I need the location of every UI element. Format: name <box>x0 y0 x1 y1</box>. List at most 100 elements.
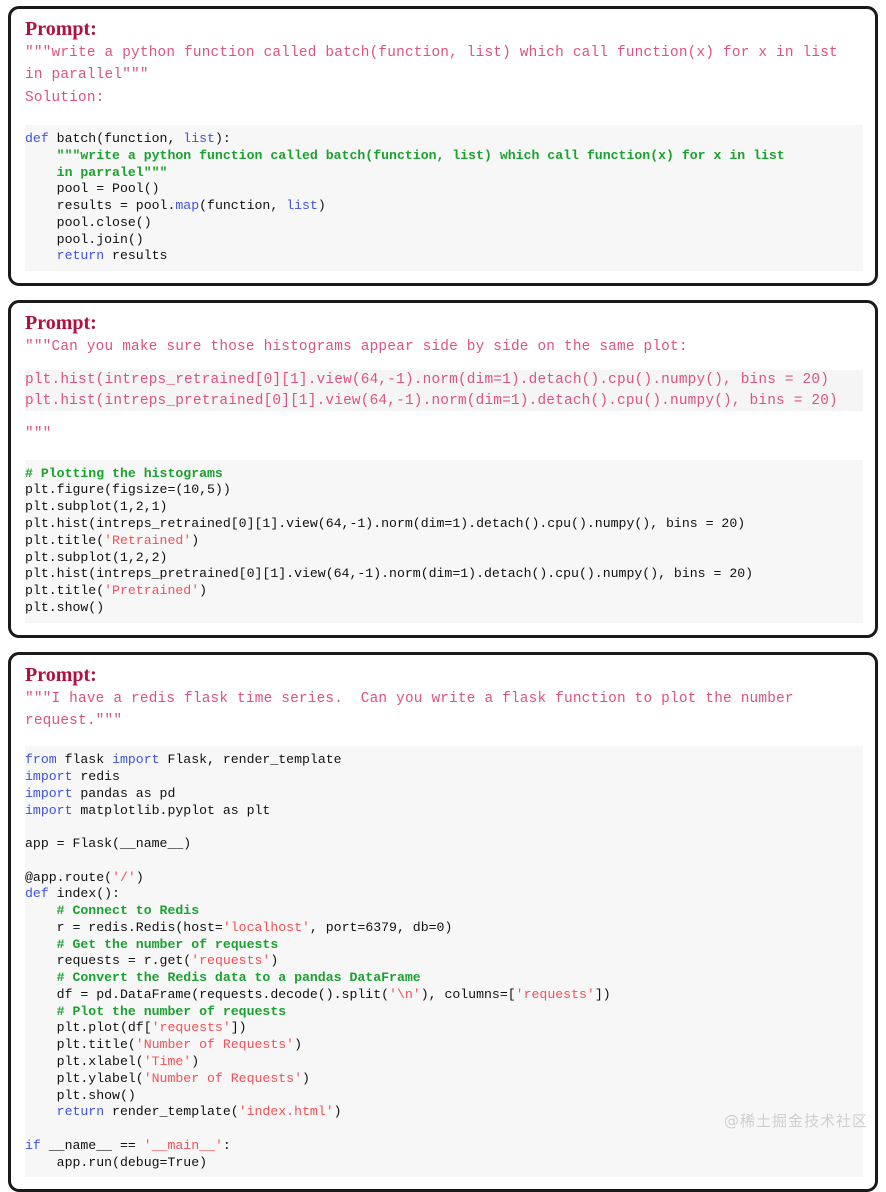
code-token: 'index.html' <box>238 1104 334 1120</box>
code-token: app.run(debug=True) <box>25 1154 208 1170</box>
code-token: plt.title( <box>25 583 105 599</box>
code-token: render_template( <box>104 1104 239 1120</box>
code-token: , port=6379, db=0) <box>309 919 453 935</box>
code-token: import <box>25 785 73 801</box>
code-token: pool = Pool() <box>25 181 160 197</box>
prompt-card-1: Prompt: """write a python function calle… <box>8 6 878 287</box>
code-token: ) <box>317 198 326 214</box>
code-token: ): <box>214 130 231 146</box>
code-token: list <box>286 198 318 214</box>
code-token: ) <box>135 869 144 885</box>
code-token: redis <box>72 768 120 784</box>
code-token: # Get the number of requests <box>25 936 279 952</box>
code-token: plt.title( <box>25 532 105 548</box>
code-token: ) <box>191 1054 200 1069</box>
code-token: ) <box>199 583 208 599</box>
code-token: pool.close() <box>25 214 152 230</box>
code-token: plt.xlabel( <box>25 1054 144 1069</box>
code-token: plt.show() <box>25 1087 136 1103</box>
code-token: ]) <box>230 1020 247 1036</box>
code-token: plt.subplot(1,2,1) <box>25 499 168 515</box>
code-token: # Convert the Redis data to a pandas Dat… <box>25 970 421 986</box>
code-token: ) <box>294 1037 302 1053</box>
code-token: import <box>25 768 73 784</box>
code-token: requests = r.get( <box>25 953 192 969</box>
prompt-card-2: Prompt: """Can you make sure those histo… <box>8 300 878 638</box>
code-token: import <box>25 802 73 818</box>
code-token: # Plot the number of requests <box>25 1003 287 1019</box>
code-token: """write a python function called batch(… <box>25 147 785 163</box>
code-token: '__main__' <box>143 1137 223 1153</box>
prompt-label-3: Prompt: <box>25 663 97 686</box>
code-token: plt.subplot(1,2,2) <box>25 549 168 565</box>
code-token: ) <box>270 953 279 969</box>
code-token: plt.show() <box>25 599 105 615</box>
code-block-2: # Plotting the histograms plt.figure(fig… <box>25 459 863 623</box>
code-token: # Plotting the histograms <box>25 465 223 481</box>
code-token: 'Time' <box>143 1054 192 1069</box>
code-token: results = pool. <box>25 198 176 214</box>
code-token: '/' <box>112 869 136 885</box>
code-block-3: from flask import Flask, render_template… <box>25 746 863 1178</box>
code-token: def <box>25 130 57 146</box>
code-token: plt.hist(intreps_pretrained[0][1].view(6… <box>25 566 754 582</box>
code-token: def <box>25 886 49 902</box>
page-root: Prompt: """write a python function calle… <box>0 0 886 1192</box>
code-token: results <box>104 248 168 264</box>
code-token: plt.ylabel( <box>25 1070 144 1086</box>
code-token: from <box>25 752 57 768</box>
code-token: 'requests' <box>151 1020 231 1036</box>
code-token: ) <box>302 1070 310 1086</box>
prompt-text-3: """I have a redis flask time series. Can… <box>25 690 803 729</box>
prompt-label-2: Prompt: <box>25 312 97 335</box>
code-token: matplotlib.pyplot as plt <box>72 802 271 818</box>
prompt-text-2-tail: """ <box>25 426 52 443</box>
code-token: plt.plot(df[ <box>25 1020 152 1036</box>
code-token: df = pd.DataFrame(requests.decode().spli… <box>25 986 390 1002</box>
prompt-text-1: """write a python function called batch(… <box>25 45 838 106</box>
code-token: 'Number of Requests' <box>135 1037 295 1053</box>
code-token: (function, <box>199 198 287 214</box>
code-token: return <box>56 248 105 264</box>
code-token: in parralel""" <box>25 164 168 180</box>
code-token: 'requests' <box>191 953 271 969</box>
code-token: flask <box>56 752 113 768</box>
code-token: 'Number of Requests' <box>143 1070 302 1086</box>
code-token: plt.figure(figsize=(10,5)) <box>25 482 231 498</box>
code-token: 'Retrained' <box>104 532 192 548</box>
code-token: return <box>56 1104 105 1120</box>
code-token: ) <box>191 532 200 548</box>
code-token: batch(function, <box>56 130 184 146</box>
code-block-1: def batch(function, list): """write a py… <box>25 124 863 272</box>
code-token: 'localhost' <box>222 919 310 935</box>
code-token: 'Pretrained' <box>104 583 200 599</box>
code-token: pandas as pd <box>72 785 176 801</box>
code-token: @app.route( <box>25 869 113 885</box>
code-token: app = Flask(__name__) <box>25 836 192 852</box>
prompt-label-1: Prompt: <box>25 18 97 40</box>
code-token: ), columns=[ <box>420 986 516 1002</box>
code-token: index(): <box>48 886 120 902</box>
code-token: '\n' <box>389 986 421 1002</box>
code-token: plt.hist(intreps_retrained[0][1].view(64… <box>25 515 746 531</box>
code-token: Flask, render_template <box>159 752 342 768</box>
code-token: list <box>183 130 215 146</box>
code-token: 'requests' <box>515 986 595 1002</box>
code-token: plt.title( <box>25 1037 136 1053</box>
prompt-card-3: Prompt: """I have a redis flask time ser… <box>8 651 878 1192</box>
prompt-text-2-head: """Can you make sure those histograms ap… <box>25 339 688 356</box>
code-token: ]) <box>594 986 611 1002</box>
code-token: : <box>222 1137 231 1153</box>
code-token: ) <box>333 1104 342 1120</box>
prompt-text-2-highlight: plt.hist(intreps_retrained[0][1].view(64… <box>25 370 863 412</box>
code-token: map <box>175 198 200 214</box>
code-token: if <box>25 1137 41 1153</box>
code-token: # Connect to Redis <box>25 903 200 919</box>
prompt-spacer-2b <box>25 411 863 423</box>
code-token: __name__ == <box>40 1137 144 1153</box>
code-token: pool.join() <box>25 231 144 247</box>
code-token: import <box>112 752 160 768</box>
prompt-spacer-2a <box>25 358 863 370</box>
